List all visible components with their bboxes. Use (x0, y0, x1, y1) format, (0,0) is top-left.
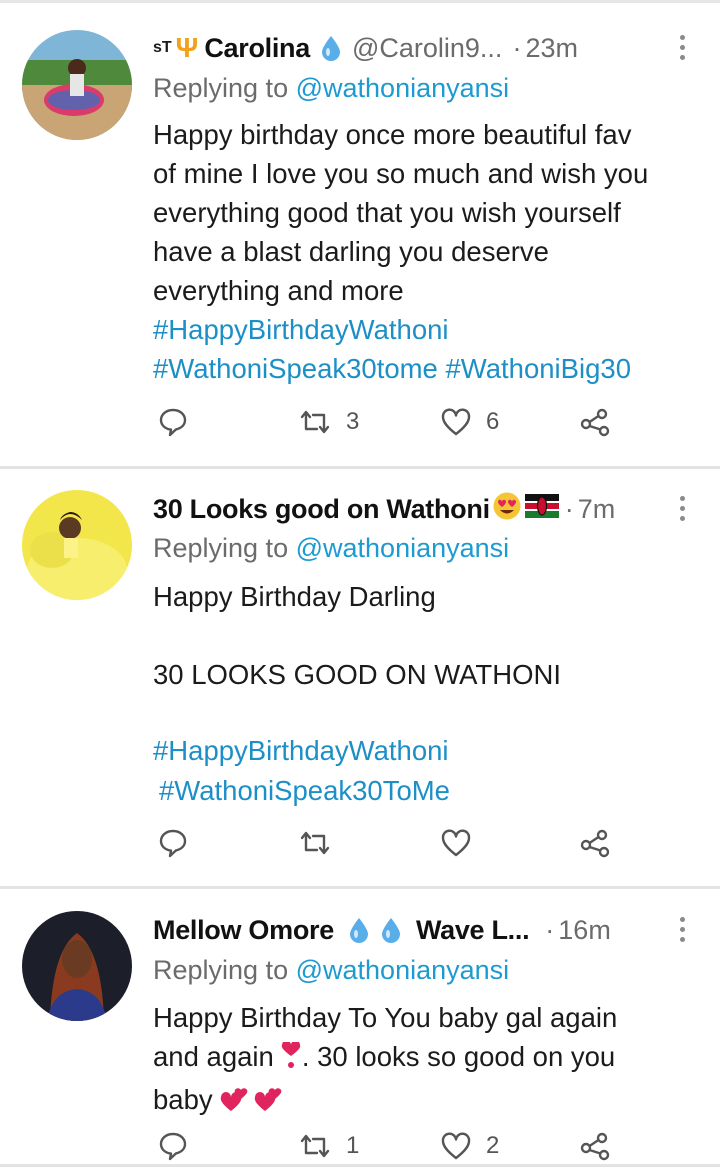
heart-eyes-emoji (492, 491, 522, 528)
name-prefix: sT (153, 39, 172, 56)
replying-to: Replying to @wathonianyansi (153, 533, 509, 564)
retweet-icon (300, 831, 330, 855)
hashtag-link[interactable]: #WathoniSpeak30tome #WathoniBig30 (153, 349, 631, 388)
tweet-text-line: and again . 30 looks so good on you (153, 1037, 698, 1080)
reply-icon (159, 829, 187, 858)
retweet-button[interactable]: 3 (298, 407, 359, 437)
like-icon (441, 408, 471, 436)
tweet-text-line: Happy Birthday To You baby gal again (153, 1002, 618, 1033)
avatar[interactable] (22, 911, 132, 1021)
hashtag-link[interactable]: #WathoniSpeak30ToMe (159, 771, 450, 810)
more-icon[interactable] (680, 496, 686, 521)
avatar[interactable] (22, 30, 132, 140)
tweet-card[interactable]: 30 Looks good on Wathoni · 7m Replying t… (0, 469, 720, 886)
water-drop-icon (380, 917, 402, 943)
display-name[interactable]: Mellow Omore (153, 915, 334, 946)
share-button[interactable] (579, 407, 611, 437)
retweet-icon (300, 1134, 330, 1158)
share-icon (580, 1132, 610, 1161)
replying-label: Replying to (153, 533, 289, 563)
hashtag-link[interactable]: #HappyBirthdayWathoni (153, 310, 449, 349)
replying-label: Replying to (153, 73, 289, 103)
kenya-flag-icon (524, 493, 559, 525)
share-button[interactable] (579, 828, 611, 858)
replying-label: Replying to (153, 955, 289, 985)
tweet-header: sT Ψ Carolina @Carolin9... · 23m (153, 28, 578, 68)
water-drop-icon (320, 35, 342, 61)
reply-mention-link[interactable]: @wathonianyansi (296, 533, 510, 563)
timestamp[interactable]: 7m (578, 494, 616, 525)
time-separator: · (545, 914, 555, 945)
two-hearts-emoji (219, 1083, 285, 1125)
tweet-card[interactable]: sT Ψ Carolina @Carolin9... · 23m Replyin… (0, 0, 720, 466)
display-name[interactable]: 30 Looks good on Wathoni (153, 494, 490, 525)
tweet-text-fragment: and again (153, 1041, 274, 1072)
tweet-text-line: baby (153, 1080, 698, 1125)
tweet-actions (0, 828, 720, 868)
tweet-header: 30 Looks good on Wathoni · 7m (153, 489, 615, 529)
tweet-text-fragment: baby (153, 1084, 213, 1115)
user-handle[interactable]: @Carolin9... (352, 33, 502, 64)
more-icon[interactable] (680, 35, 686, 60)
display-name-suffix[interactable]: Wave L... (416, 915, 530, 946)
trident-icon: Ψ (175, 32, 199, 63)
water-drop-icon (348, 917, 370, 943)
reply-button[interactable] (158, 1131, 188, 1161)
retweet-button[interactable]: 1 (298, 1131, 359, 1161)
timestamp[interactable]: 23m (525, 33, 578, 64)
replying-to: Replying to @wathonianyansi (153, 73, 509, 104)
reply-icon (159, 408, 187, 437)
avatar[interactable] (22, 490, 132, 600)
replying-to: Replying to @wathonianyansi (153, 955, 509, 986)
like-icon (441, 829, 471, 857)
retweet-button[interactable] (298, 828, 346, 858)
heart-exclamation-emoji (280, 1040, 302, 1080)
display-name[interactable]: Carolina (204, 33, 310, 64)
like-button[interactable]: 2 (440, 1131, 499, 1161)
like-icon (441, 1132, 471, 1160)
share-icon (580, 829, 610, 858)
reply-icon (159, 1132, 187, 1161)
tweet-actions: 3 6 (0, 407, 720, 447)
tweet-text: Happy Birthday Darling 30 LOOKS GOOD ON … (153, 581, 561, 690)
tweet-header: Mellow Omore Wave L... · 16m (153, 910, 611, 950)
tweet-text: Happy Birthday To You baby gal again and… (153, 998, 698, 1125)
time-separator: · (564, 493, 574, 524)
timestamp[interactable]: 16m (558, 915, 611, 946)
reply-button[interactable] (158, 828, 188, 858)
like-count: 6 (486, 408, 500, 435)
tweet-text-fragment: . 30 looks so good on you (301, 1041, 616, 1072)
retweet-count: 3 (346, 408, 360, 435)
hashtag-link[interactable]: #HappyBirthdayWathoni (153, 731, 449, 770)
retweet-count: 1 (346, 1132, 360, 1159)
tweet-card[interactable]: Mellow Omore Wave L... · 16m Replying to… (0, 889, 720, 1167)
reply-button[interactable] (158, 407, 188, 437)
reply-mention-link[interactable]: @wathonianyansi (296, 73, 510, 103)
like-button[interactable] (440, 828, 486, 858)
reply-mention-link[interactable]: @wathonianyansi (296, 955, 510, 985)
share-icon (580, 408, 610, 437)
time-separator: · (512, 32, 522, 63)
more-icon[interactable] (680, 917, 686, 942)
like-button[interactable]: 6 (440, 407, 499, 437)
tweet-text: Happy birthday once more beautiful fav o… (153, 119, 649, 306)
retweet-icon (300, 410, 330, 434)
like-count: 2 (486, 1132, 500, 1159)
share-button[interactable] (579, 1131, 611, 1161)
